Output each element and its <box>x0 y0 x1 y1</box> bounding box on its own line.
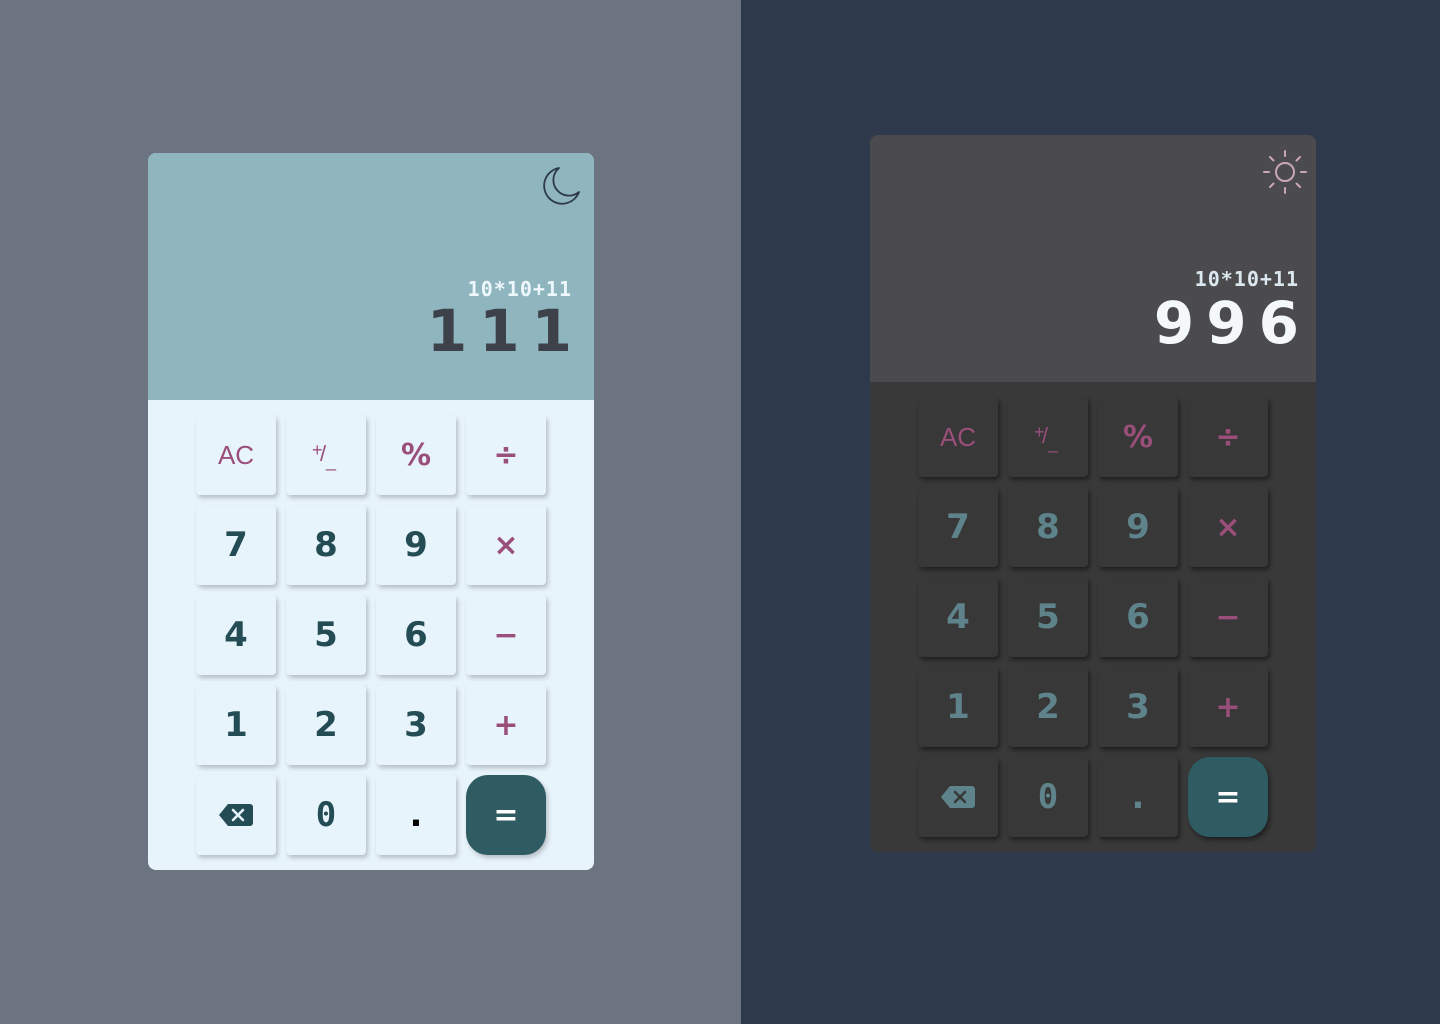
light-calculator: 10*10+11 111 AC + / _ % ÷ 7 8 9 × 4 5 6 … <box>148 153 594 870</box>
clear-button[interactable]: AC <box>196 415 276 495</box>
eight-button[interactable]: 8 <box>286 505 366 585</box>
subtract-button[interactable]: − <box>466 595 546 675</box>
divide-button[interactable]: ÷ <box>466 415 546 495</box>
result-display: 996 <box>1153 289 1311 357</box>
zero-button[interactable]: 0 <box>1008 757 1088 837</box>
keypad: AC + / _ % ÷ 7 8 9 × 4 5 6 − 1 2 3 + 0 . <box>918 397 1268 837</box>
equals-button[interactable]: = <box>1188 757 1268 837</box>
dark-calculator: 10*10+11 996 AC + / _ % ÷ 7 8 9 × 4 5 6 … <box>870 135 1316 852</box>
five-button[interactable]: 5 <box>286 595 366 675</box>
backspace-button[interactable] <box>918 757 998 837</box>
percent-button[interactable]: % <box>1098 397 1178 477</box>
six-button[interactable]: 6 <box>1098 577 1178 657</box>
keypad: AC + / _ % ÷ 7 8 9 × 4 5 6 − 1 2 3 + 0 .… <box>196 415 546 855</box>
eight-button[interactable]: 8 <box>1008 487 1088 567</box>
nine-button[interactable]: 9 <box>376 505 456 585</box>
seven-button[interactable]: 7 <box>196 505 276 585</box>
four-button[interactable]: 4 <box>196 595 276 675</box>
percent-button[interactable]: % <box>376 415 456 495</box>
moon-icon[interactable] <box>538 163 584 209</box>
decimal-button[interactable]: . <box>376 775 456 855</box>
add-button[interactable]: + <box>466 685 546 765</box>
divide-button[interactable]: ÷ <box>1188 397 1268 477</box>
backspace-icon <box>941 786 975 808</box>
two-button[interactable]: 2 <box>1008 667 1088 747</box>
expression-display: 10*10+11 <box>1194 267 1299 291</box>
subtract-button[interactable]: − <box>1188 577 1268 657</box>
five-button[interactable]: 5 <box>1008 577 1088 657</box>
sun-icon[interactable] <box>1262 149 1308 195</box>
three-button[interactable]: 3 <box>376 685 456 765</box>
backspace-button[interactable] <box>196 775 276 855</box>
clear-button[interactable]: AC <box>918 397 998 477</box>
multiply-button[interactable]: × <box>466 505 546 585</box>
four-button[interactable]: 4 <box>918 577 998 657</box>
decimal-button[interactable]: . <box>1098 757 1178 837</box>
nine-button[interactable]: 9 <box>1098 487 1178 567</box>
one-button[interactable]: 1 <box>918 667 998 747</box>
toggle-sign-button[interactable]: + / _ <box>286 415 366 495</box>
light-theme-panel: 10*10+11 111 AC + / _ % ÷ 7 8 9 × 4 5 6 … <box>0 0 741 1024</box>
multiply-button[interactable]: × <box>1188 487 1268 567</box>
add-button[interactable]: + <box>1188 667 1268 747</box>
one-button[interactable]: 1 <box>196 685 276 765</box>
calculator-display: 10*10+11 996 <box>870 135 1316 382</box>
six-button[interactable]: 6 <box>376 595 456 675</box>
plus-minus-icon: + / _ <box>1034 422 1059 453</box>
three-button[interactable]: 3 <box>1098 667 1178 747</box>
toggle-sign-button[interactable]: + / _ <box>1008 397 1088 477</box>
two-button[interactable]: 2 <box>286 685 366 765</box>
calculator-display: 10*10+11 111 <box>148 153 594 400</box>
zero-button[interactable]: 0 <box>286 775 366 855</box>
plus-minus-icon: + / _ <box>312 440 337 471</box>
equals-button[interactable]: = <box>466 775 546 855</box>
seven-button[interactable]: 7 <box>918 487 998 567</box>
backspace-icon <box>219 804 253 826</box>
result-display: 111 <box>426 297 584 365</box>
